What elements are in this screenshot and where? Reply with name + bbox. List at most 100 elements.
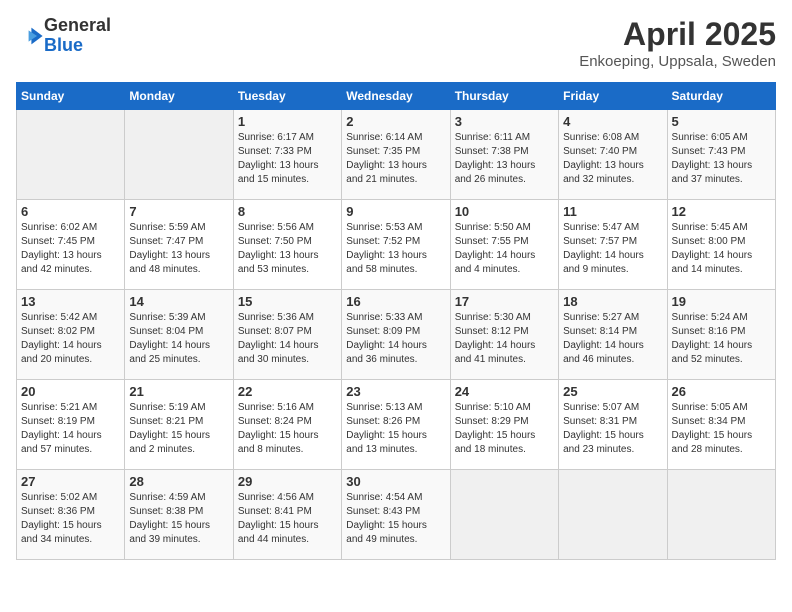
day-info: Sunrise: 6:17 AMSunset: 7:33 PMDaylight:…	[238, 131, 337, 187]
day-number: 22	[238, 384, 337, 399]
calendar-cell: 21 Sunrise: 5:19 AMSunset: 8:21 PMDayligh…	[125, 380, 233, 470]
day-of-week-header: Sunday	[17, 83, 125, 110]
day-info: Sunrise: 5:27 AMSunset: 8:14 PMDaylight:…	[563, 311, 662, 367]
day-info: Sunrise: 6:11 AMSunset: 7:38 PMDaylight:…	[455, 131, 554, 187]
calendar-cell: 20 Sunrise: 5:21 AMSunset: 8:19 PMDayligh…	[17, 380, 125, 470]
day-number: 12	[672, 204, 771, 219]
day-info: Sunrise: 5:30 AMSunset: 8:12 PMDaylight:…	[455, 311, 554, 367]
calendar-week-row: 6Sunrise: 6:02 AMSunset: 7:45 PMDaylight…	[17, 200, 776, 290]
logo-general: General	[44, 15, 111, 35]
calendar-cell: 25 Sunrise: 5:07 AMSunset: 8:31 PMDayligh…	[559, 380, 667, 470]
day-info: Sunrise: 5:05 AMSunset: 8:34 PMDaylight:…	[672, 401, 771, 457]
calendar-cell: 23Sunrise: 5:13 AMSunset: 8:26 PMDayligh…	[342, 380, 450, 470]
calendar-cell	[125, 110, 233, 200]
calendar-cell: 19Sunrise: 5:24 AMSunset: 8:16 PMDayligh…	[667, 290, 775, 380]
day-number: 8	[238, 204, 337, 219]
day-info: Sunrise: 5:19 AMSunset: 8:21 PMDaylight:…	[129, 401, 228, 457]
day-number: 19	[672, 294, 771, 309]
calendar-cell	[667, 470, 775, 560]
day-of-week-header: Friday	[559, 83, 667, 110]
day-info: Sunrise: 5:33 AMSunset: 8:09 PMDaylight:…	[346, 311, 445, 367]
calendar-table: SundayMondayTuesdayWednesdayThursdayFrid…	[16, 82, 776, 560]
day-info: Sunrise: 5:50 AMSunset: 7:55 PMDaylight:…	[455, 221, 554, 277]
day-info: Sunrise: 5:42 AMSunset: 8:02 PMDaylight:…	[21, 311, 120, 367]
day-number: 23	[346, 384, 445, 399]
calendar-cell: 27 Sunrise: 5:02 AMSunset: 8:36 PMDayligh…	[17, 470, 125, 560]
calendar-cell: 3 Sunrise: 6:11 AMSunset: 7:38 PMDaylight…	[450, 110, 558, 200]
title-area: April 2025 Enkoeping, Uppsala, Sweden	[579, 16, 776, 70]
day-number: 4	[563, 114, 662, 129]
day-number: 10	[455, 204, 554, 219]
day-info: Sunrise: 5:10 AMSunset: 8:29 PMDaylight:…	[455, 401, 554, 457]
day-of-week-header: Saturday	[667, 83, 775, 110]
day-info: Sunrise: 4:56 AMSunset: 8:41 PMDaylight:…	[238, 491, 337, 547]
page-header: General Blue April 2025 Enkoeping, Uppsa…	[16, 16, 776, 70]
calendar-cell: 7Sunrise: 5:59 AMSunset: 7:47 PMDaylight…	[125, 200, 233, 290]
calendar-cell: 15 Sunrise: 5:36 AMSunset: 8:07 PMDayligh…	[233, 290, 341, 380]
day-info: Sunrise: 6:02 AMSunset: 7:45 PMDaylight:…	[21, 221, 120, 277]
calendar-header: SundayMondayTuesdayWednesdayThursdayFrid…	[17, 83, 776, 110]
calendar-cell: 30 Sunrise: 4:54 AMSunset: 8:43 PMDayligh…	[342, 470, 450, 560]
calendar-cell: 2 Sunrise: 6:14 AMSunset: 7:35 PMDaylight…	[342, 110, 450, 200]
calendar-cell: 22 Sunrise: 5:16 AMSunset: 8:24 PMDayligh…	[233, 380, 341, 470]
logo: General Blue	[16, 16, 111, 56]
calendar-cell: 29 Sunrise: 4:56 AMSunset: 8:41 PMDayligh…	[233, 470, 341, 560]
calendar-cell: 10 Sunrise: 5:50 AMSunset: 7:55 PMDayligh…	[450, 200, 558, 290]
day-info: Sunrise: 5:21 AMSunset: 8:19 PMDaylight:…	[21, 401, 120, 457]
calendar-cell: 6Sunrise: 6:02 AMSunset: 7:45 PMDaylight…	[17, 200, 125, 290]
day-info: Sunrise: 5:07 AMSunset: 8:31 PMDaylight:…	[563, 401, 662, 457]
calendar-cell	[450, 470, 558, 560]
day-number: 16	[346, 294, 445, 309]
day-info: Sunrise: 5:59 AMSunset: 7:47 PMDaylight:…	[129, 221, 228, 277]
day-info: Sunrise: 5:56 AMSunset: 7:50 PMDaylight:…	[238, 221, 337, 277]
day-info: Sunrise: 5:36 AMSunset: 8:07 PMDaylight:…	[238, 311, 337, 367]
day-number: 21	[129, 384, 228, 399]
calendar-cell: 16 Sunrise: 5:33 AMSunset: 8:09 PMDayligh…	[342, 290, 450, 380]
day-number: 24	[455, 384, 554, 399]
day-of-week-header: Wednesday	[342, 83, 450, 110]
calendar-cell: 17 Sunrise: 5:30 AMSunset: 8:12 PMDayligh…	[450, 290, 558, 380]
day-info: Sunrise: 5:47 AMSunset: 7:57 PMDaylight:…	[563, 221, 662, 277]
calendar-week-row: 1 Sunrise: 6:17 AMSunset: 7:33 PMDaylight…	[17, 110, 776, 200]
logo-icon	[16, 22, 44, 50]
day-number: 5	[672, 114, 771, 129]
day-number: 25	[563, 384, 662, 399]
calendar-cell: 9 Sunrise: 5:53 AMSunset: 7:52 PMDaylight…	[342, 200, 450, 290]
day-number: 15	[238, 294, 337, 309]
calendar-cell	[17, 110, 125, 200]
calendar-cell: 18Sunrise: 5:27 AMSunset: 8:14 PMDayligh…	[559, 290, 667, 380]
day-info: Sunrise: 5:53 AMSunset: 7:52 PMDaylight:…	[346, 221, 445, 277]
day-number: 30	[346, 474, 445, 489]
calendar-week-row: 27 Sunrise: 5:02 AMSunset: 8:36 PMDayligh…	[17, 470, 776, 560]
day-number: 13	[21, 294, 120, 309]
calendar-week-row: 13 Sunrise: 5:42 AMSunset: 8:02 PMDayligh…	[17, 290, 776, 380]
calendar-cell: 28Sunrise: 4:59 AMSunset: 8:38 PMDayligh…	[125, 470, 233, 560]
day-number: 17	[455, 294, 554, 309]
day-info: Sunrise: 5:16 AMSunset: 8:24 PMDaylight:…	[238, 401, 337, 457]
subtitle: Enkoeping, Uppsala, Sweden	[579, 53, 776, 70]
calendar-cell: 8 Sunrise: 5:56 AMSunset: 7:50 PMDaylight…	[233, 200, 341, 290]
calendar-cell	[559, 470, 667, 560]
day-info: Sunrise: 5:39 AMSunset: 8:04 PMDaylight:…	[129, 311, 228, 367]
day-number: 9	[346, 204, 445, 219]
day-number: 2	[346, 114, 445, 129]
calendar-cell: 4 Sunrise: 6:08 AMSunset: 7:40 PMDaylight…	[559, 110, 667, 200]
day-number: 28	[129, 474, 228, 489]
day-number: 20	[21, 384, 120, 399]
day-number: 27	[21, 474, 120, 489]
calendar-cell: 26Sunrise: 5:05 AMSunset: 8:34 PMDayligh…	[667, 380, 775, 470]
day-of-week-header: Monday	[125, 83, 233, 110]
calendar-cell: 14Sunrise: 5:39 AMSunset: 8:04 PMDayligh…	[125, 290, 233, 380]
day-info: Sunrise: 6:05 AMSunset: 7:43 PMDaylight:…	[672, 131, 771, 187]
day-number: 29	[238, 474, 337, 489]
day-info: Sunrise: 5:02 AMSunset: 8:36 PMDaylight:…	[21, 491, 120, 547]
calendar-cell: 12Sunrise: 5:45 AMSunset: 8:00 PMDayligh…	[667, 200, 775, 290]
day-number: 1	[238, 114, 337, 129]
calendar-cell: 11Sunrise: 5:47 AMSunset: 7:57 PMDayligh…	[559, 200, 667, 290]
day-info: Sunrise: 6:08 AMSunset: 7:40 PMDaylight:…	[563, 131, 662, 187]
calendar-cell: 24 Sunrise: 5:10 AMSunset: 8:29 PMDayligh…	[450, 380, 558, 470]
main-title: April 2025	[579, 16, 776, 53]
day-info: Sunrise: 6:14 AMSunset: 7:35 PMDaylight:…	[346, 131, 445, 187]
day-number: 3	[455, 114, 554, 129]
day-info: Sunrise: 4:54 AMSunset: 8:43 PMDaylight:…	[346, 491, 445, 547]
